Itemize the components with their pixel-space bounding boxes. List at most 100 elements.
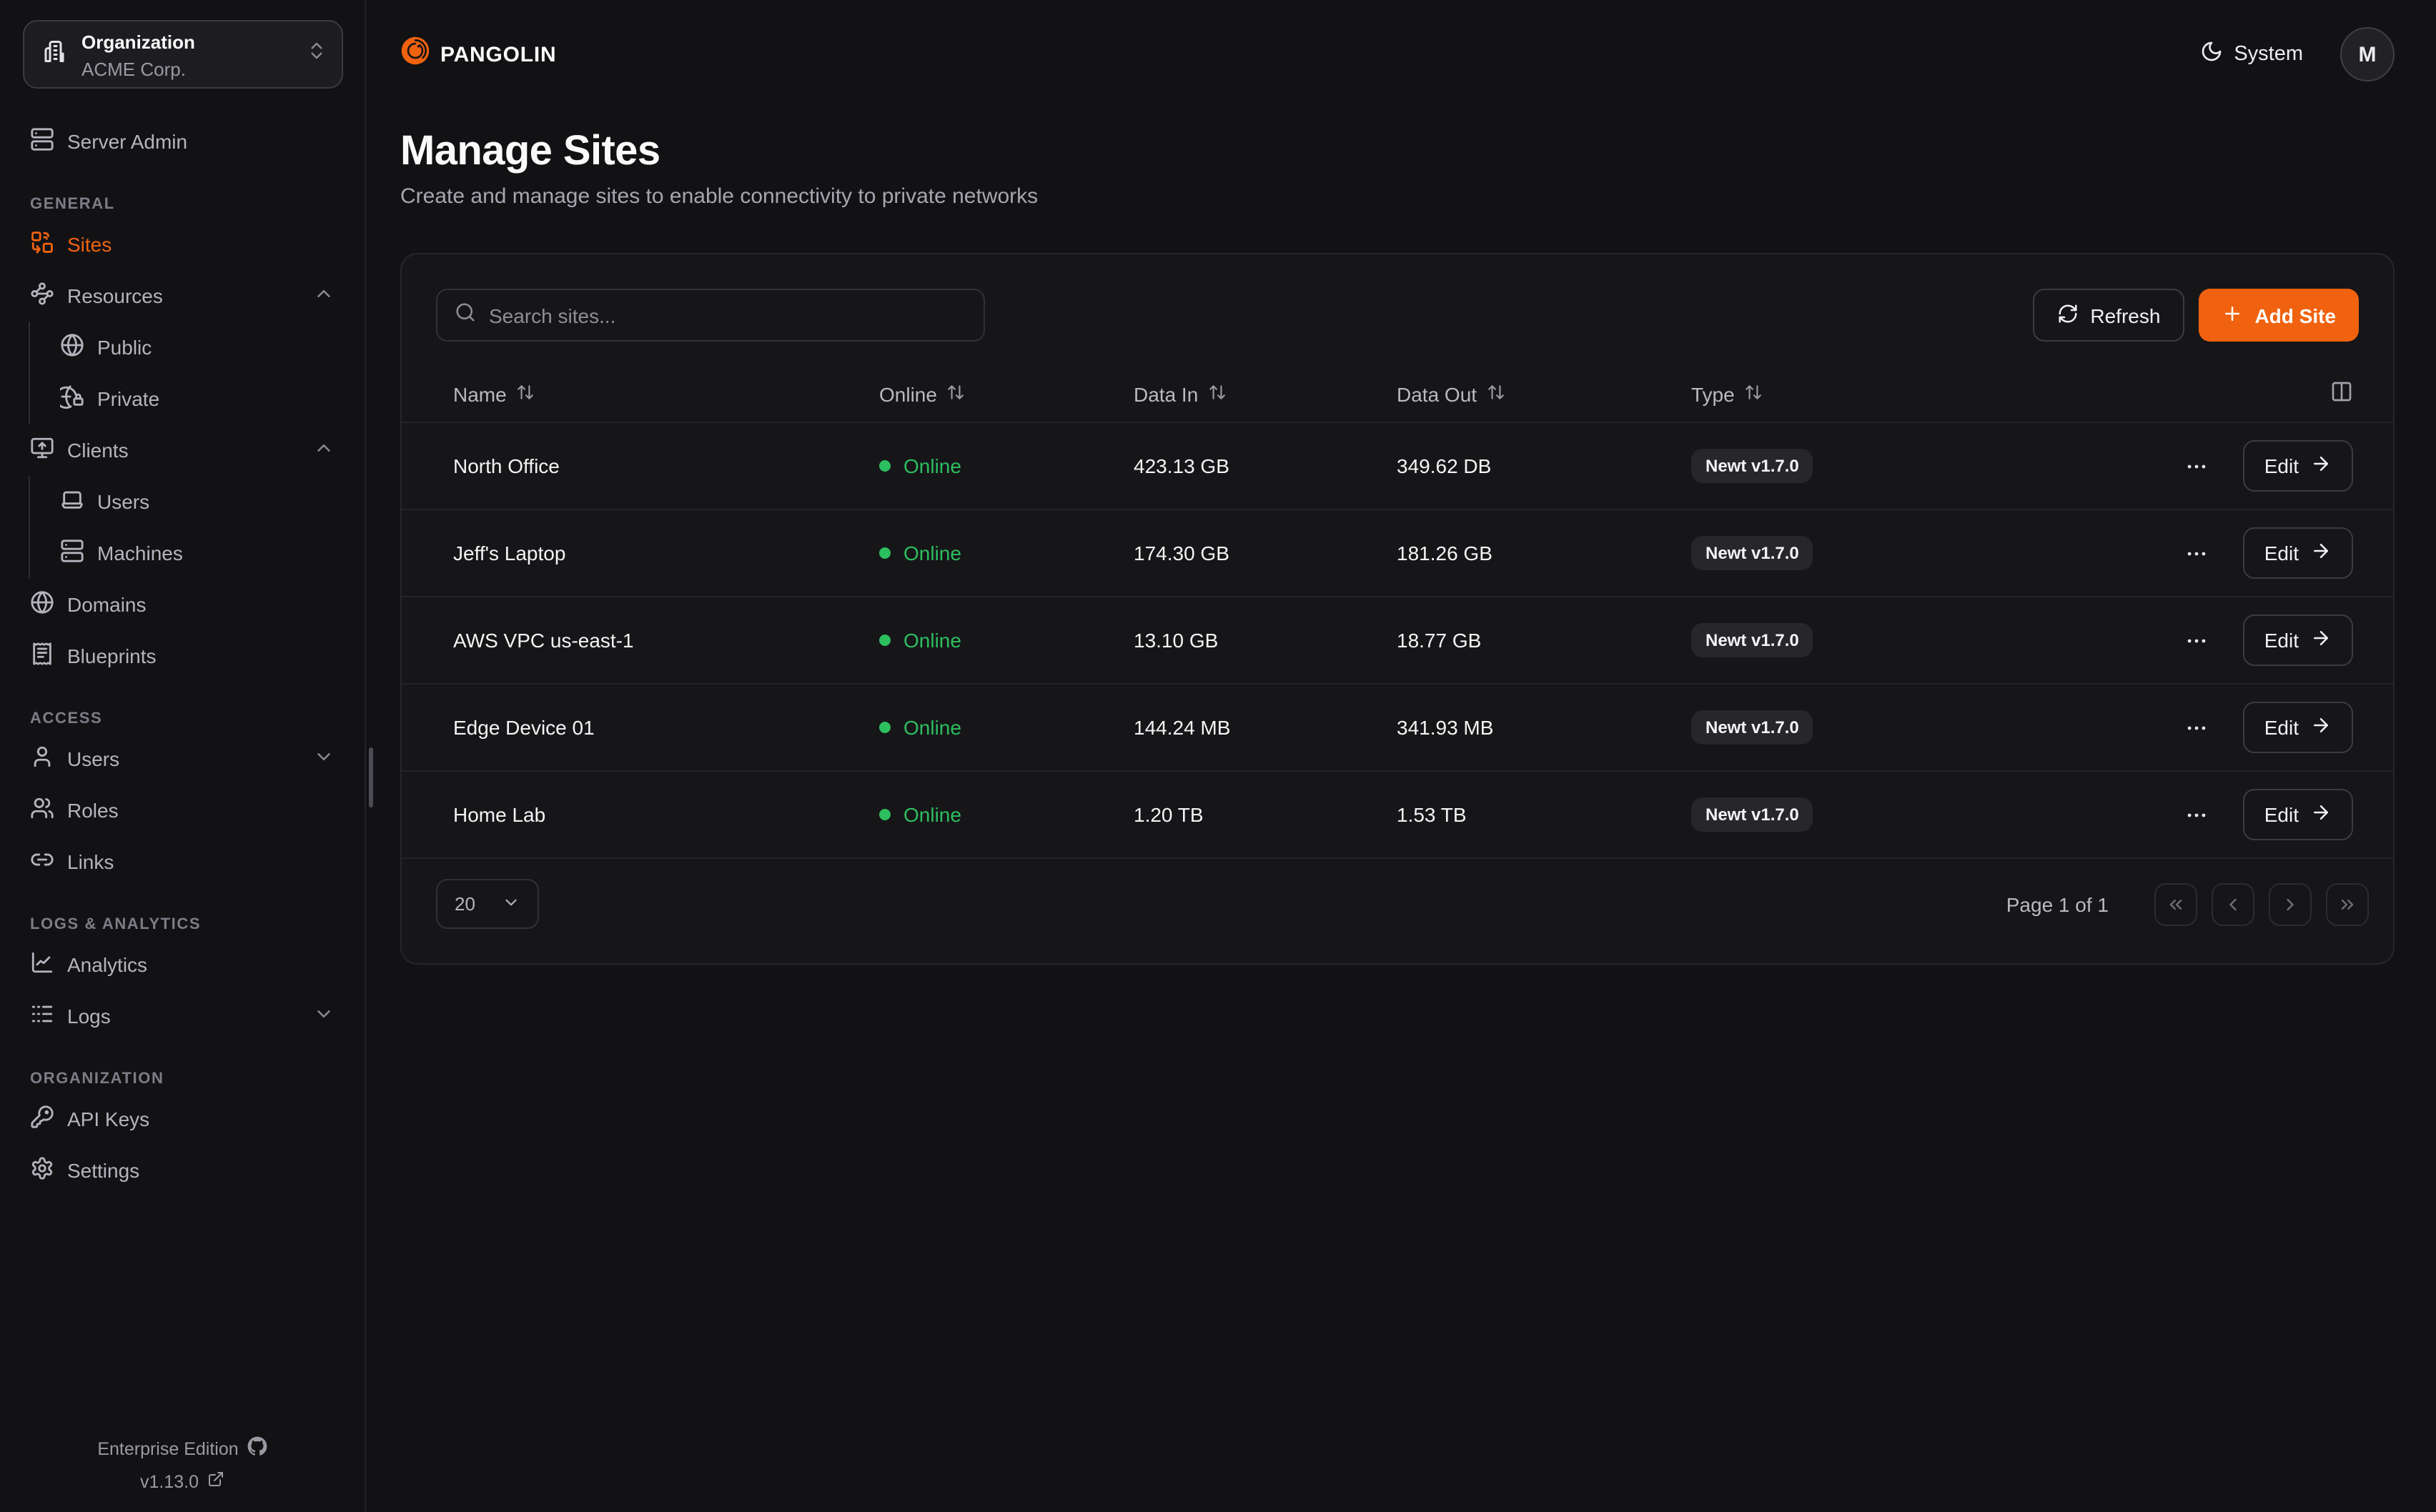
pagination-buttons (2154, 882, 2369, 925)
edit-button[interactable]: Edit (2243, 615, 2353, 666)
next-page-button[interactable] (2269, 882, 2312, 925)
sidebar-item-label: API Keys (67, 1108, 335, 1130)
sidebar-item-analytics[interactable]: Analytics (23, 939, 342, 990)
column-header-name[interactable]: Name (453, 382, 879, 405)
column-header-type[interactable]: Type (1691, 382, 2330, 405)
sidebar-item-links[interactable]: Links (23, 836, 342, 887)
site-data-out: 341.93 MB (1397, 716, 1691, 739)
version-label: v1.13.0 (140, 1471, 199, 1491)
sidebar-item-blueprints[interactable]: Blueprints (23, 630, 342, 682)
sidebar-item-users[interactable]: Users (23, 733, 342, 785)
chevron-down-icon[interactable] (313, 746, 335, 772)
page-subtitle: Create and manage sites to enable connec… (400, 183, 2395, 212)
sidebar-item-sites[interactable]: Sites (23, 219, 342, 270)
column-label: Data Out (1397, 382, 1477, 405)
users-icon (30, 796, 54, 825)
online-dot-icon (879, 547, 891, 559)
site-type: Newt v1.7.0 (1691, 710, 2184, 745)
site-data-out: 349.62 DB (1397, 454, 1691, 477)
table-row: Jeff's Laptop Online 174.30 GB 181.26 GB… (402, 510, 2393, 597)
status-label: Online (903, 454, 961, 477)
site-data-out: 18.77 GB (1397, 629, 1691, 652)
chevron-down-icon[interactable] (313, 1003, 335, 1029)
moon-icon (2199, 40, 2222, 69)
org-text: Organization ACME Corp. (81, 29, 292, 79)
columns-toggle-button[interactable] (2330, 380, 2353, 407)
column-header-online[interactable]: Online (879, 382, 1134, 405)
sidebar-item-api-keys[interactable]: API Keys (23, 1093, 342, 1145)
sort-icon (517, 382, 535, 405)
sort-icon (1745, 382, 1763, 405)
sidebar-item-resources[interactable]: Resources (23, 270, 342, 322)
row-menu-button[interactable] (2184, 628, 2209, 652)
status-label: Online (903, 803, 961, 826)
edit-button[interactable]: Edit (2243, 789, 2353, 840)
site-data-out: 181.26 GB (1397, 542, 1691, 564)
theme-toggle[interactable]: System (2199, 40, 2303, 69)
column-header-data-in[interactable]: Data In (1134, 382, 1397, 405)
page-size-select[interactable]: 20 (436, 879, 539, 929)
edit-button[interactable]: Edit (2243, 702, 2353, 753)
gear-icon (30, 1156, 54, 1185)
type-badge: Newt v1.7.0 (1691, 710, 1813, 745)
version-link[interactable]: v1.13.0 (140, 1471, 224, 1492)
receipt-text-icon (30, 642, 54, 670)
sidebar-item-label: Server Admin (67, 130, 335, 153)
sidebar-item-roles[interactable]: Roles (23, 785, 342, 836)
toolbar-actions: Refresh Add Site (2033, 289, 2359, 342)
chevron-up-icon[interactable] (313, 283, 335, 309)
last-page-button[interactable] (2326, 882, 2369, 925)
org-selector[interactable]: Organization ACME Corp. (23, 20, 343, 89)
row-menu-button[interactable] (2184, 541, 2209, 565)
sidebar-item-client-users[interactable]: Users (53, 476, 342, 527)
edition-link[interactable]: Enterprise Edition (97, 1436, 267, 1461)
topbar-right: System M (2199, 27, 2395, 81)
sidebar-item-machines[interactable]: Machines (53, 527, 342, 579)
search-input[interactable] (489, 304, 966, 327)
type-badge: Newt v1.7.0 (1691, 536, 1813, 570)
sidebar-footer: Enterprise Edition v1.13.0 (0, 1436, 365, 1492)
sidebar-item-server-admin[interactable]: Server Admin (23, 116, 342, 167)
section-label-access: ACCESS (23, 705, 342, 733)
section-label-general: GENERAL (23, 190, 342, 219)
sidebar-item-label: Logs (67, 1005, 300, 1028)
online-dot-icon (879, 460, 891, 472)
theme-label: System (2234, 43, 2303, 66)
sidebar-nav: Server Admin GENERAL Sites Resources Pub… (23, 87, 342, 1196)
card-toolbar: Refresh Add Site (402, 254, 2393, 342)
chart-line-icon (30, 950, 54, 979)
brand[interactable]: PANGOLIN (400, 36, 557, 73)
status-label: Online (903, 716, 961, 739)
sites-table: Name Online Data In Data Out (402, 366, 2393, 859)
sidebar-item-public[interactable]: Public (53, 322, 342, 373)
site-type: Newt v1.7.0 (1691, 797, 2184, 832)
page-title: Manage Sites (400, 129, 2395, 174)
arrow-right-icon (2310, 540, 2332, 566)
chevron-up-icon[interactable] (313, 437, 335, 463)
monitor-up-icon (30, 436, 54, 464)
sidebar-item-settings[interactable]: Settings (23, 1145, 342, 1196)
row-actions: Edit (2184, 440, 2353, 492)
site-data-out: 1.53 TB (1397, 803, 1691, 826)
sidebar-item-private[interactable]: Private (53, 373, 342, 424)
table-row: AWS VPC us-east-1 Online 13.10 GB 18.77 … (402, 597, 2393, 685)
column-header-data-out[interactable]: Data Out (1397, 382, 1691, 405)
logs-icon (30, 1002, 54, 1030)
org-value: ACME Corp. (81, 58, 292, 79)
sidebar-item-label: Users (67, 747, 300, 770)
add-site-button[interactable]: Add Site (2199, 289, 2359, 342)
row-menu-button[interactable] (2184, 802, 2209, 827)
sidebar-item-clients[interactable]: Clients (23, 424, 342, 476)
table-row: Home Lab Online 1.20 TB 1.53 TB Newt v1.… (402, 772, 2393, 859)
first-page-button[interactable] (2154, 882, 2197, 925)
sidebar-item-logs[interactable]: Logs (23, 990, 342, 1042)
avatar[interactable]: M (2340, 27, 2395, 81)
search-box (436, 289, 985, 342)
edit-button[interactable]: Edit (2243, 527, 2353, 579)
row-menu-button[interactable] (2184, 454, 2209, 478)
sidebar-item-domains[interactable]: Domains (23, 579, 342, 630)
prev-page-button[interactable] (2212, 882, 2254, 925)
edit-button[interactable]: Edit (2243, 440, 2353, 492)
refresh-button[interactable]: Refresh (2033, 289, 2184, 342)
row-menu-button[interactable] (2184, 715, 2209, 740)
